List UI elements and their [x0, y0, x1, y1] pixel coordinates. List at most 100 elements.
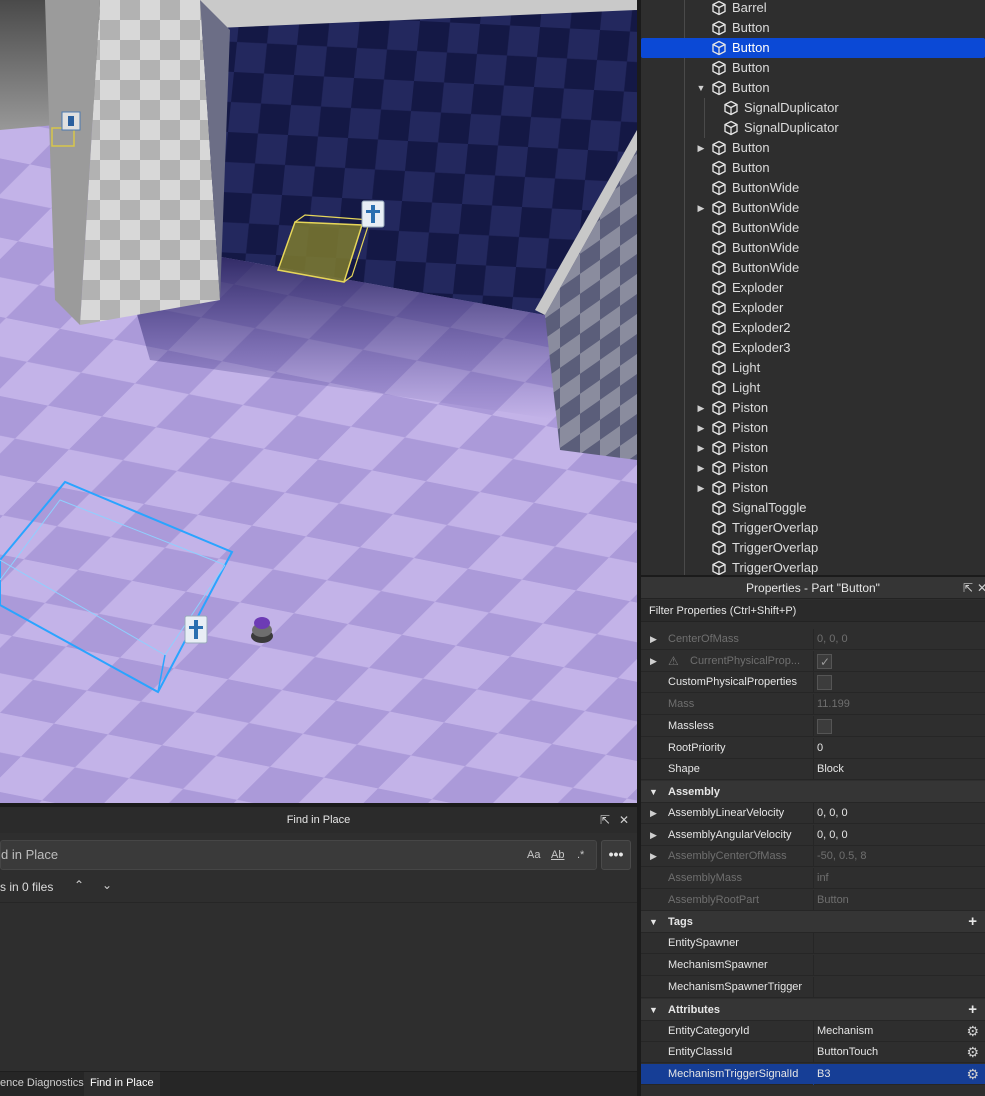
property-row[interactable]: EntitySpawner [641, 933, 985, 955]
property-row[interactable]: EntityClassId ButtonTouch ⚙ [641, 1042, 985, 1064]
category-tags[interactable]: ▼ Tags + [641, 911, 985, 934]
gear-icon[interactable]: ⚙ [966, 1064, 979, 1085]
tree-item[interactable]: Exploder [641, 278, 985, 298]
property-checkbox[interactable] [817, 675, 832, 691]
property-row[interactable]: AssemblyMass inf [641, 868, 985, 889]
tree-item[interactable]: Button [641, 58, 985, 78]
expanded-arrow-icon[interactable]: ▼ [649, 781, 658, 803]
property-row[interactable]: ▶ CenterOfMass 0, 0, 0 [641, 629, 985, 650]
collapsed-arrow-icon[interactable]: ▶ [650, 846, 657, 867]
tree-item[interactable]: Exploder3 [641, 338, 985, 358]
tree-item[interactable]: ▶ Piston [641, 478, 985, 498]
undock-icon[interactable]: ⇱ [600, 807, 610, 833]
property-checkbox[interactable] [817, 652, 832, 673]
tree-item[interactable]: Exploder2 [641, 318, 985, 338]
find-search-input[interactable]: d in Place Aa Ab .* [0, 840, 597, 870]
tree-item[interactable]: SignalToggle [641, 498, 985, 518]
tree-item[interactable]: TriggerOverlap [641, 538, 985, 558]
expanded-arrow-icon[interactable]: ▼ [696, 78, 706, 98]
tab-find-in-place[interactable]: Find in Place [84, 1072, 160, 1096]
tree-item[interactable]: Button [641, 158, 985, 178]
collapsed-arrow-icon[interactable]: ▶ [696, 438, 706, 458]
next-result-icon[interactable]: ⌄ [102, 878, 112, 892]
property-value[interactable]: ButtonTouch [817, 1042, 967, 1063]
expanded-arrow-icon[interactable]: ▼ [649, 911, 658, 933]
undock-icon[interactable]: ⇱ [963, 577, 973, 599]
property-value[interactable]: B3 [817, 1064, 967, 1085]
property-row[interactable]: RootPriority 0 [641, 737, 985, 759]
tree-item[interactable]: ButtonWide [641, 178, 985, 198]
gear-icon[interactable]: ⚙ [966, 1021, 979, 1042]
close-icon[interactable]: ✕ [619, 807, 629, 833]
property-row[interactable]: ▶ AssemblyAngularVelocity 0, 0, 0 [641, 824, 985, 846]
property-value[interactable]: 0, 0, 0 [817, 825, 967, 846]
collapsed-arrow-icon[interactable]: ▶ [696, 398, 706, 418]
tree-item[interactable]: ▼ Button [641, 78, 985, 98]
collapsed-arrow-icon[interactable]: ▶ [696, 198, 706, 218]
property-row[interactable]: MechanismSpawnerTrigger [641, 976, 985, 998]
property-value[interactable]: -50, 0.5, 8 [817, 846, 967, 867]
property-value[interactable]: inf [817, 868, 967, 889]
tree-item[interactable]: ▶ Piston [641, 438, 985, 458]
property-value[interactable]: 0, 0, 0 [817, 629, 967, 650]
tree-item[interactable]: SignalDuplicator [641, 98, 985, 118]
property-value[interactable]: 0 [817, 738, 967, 759]
add-icon[interactable]: + [968, 911, 977, 933]
property-row[interactable]: Mass 11.199 [641, 694, 985, 716]
property-value[interactable]: 11.199 [817, 694, 967, 715]
tree-item[interactable]: Barrel [641, 0, 985, 18]
tree-item[interactable]: SignalDuplicator [641, 118, 985, 138]
tree-item[interactable]: Light [641, 378, 985, 398]
tab-diagnostics[interactable]: ence Diagnostics [0, 1072, 90, 1096]
property-row[interactable]: EntityCategoryId Mechanism ⚙ [641, 1020, 985, 1042]
tree-item[interactable]: ▶ Button [641, 138, 985, 158]
property-value[interactable]: 0, 0, 0 [817, 803, 967, 824]
property-row[interactable]: MechanismSpawner [641, 955, 985, 977]
collapsed-arrow-icon[interactable]: ▶ [696, 478, 706, 498]
collapsed-arrow-icon[interactable]: ▶ [650, 629, 657, 650]
tree-item[interactable]: Light [641, 358, 985, 378]
3d-viewport[interactable] [0, 0, 637, 803]
add-icon[interactable]: + [968, 999, 977, 1021]
expanded-arrow-icon[interactable]: ▼ [649, 999, 658, 1021]
property-row[interactable]: Shape Block [641, 759, 985, 781]
filter-properties-input[interactable]: Filter Properties (Ctrl+Shift+P) [641, 600, 985, 622]
category-assembly[interactable]: ▼ Assembly [641, 780, 985, 803]
tree-item[interactable]: ButtonWide [641, 258, 985, 278]
match-word-toggle[interactable]: Ab [551, 841, 564, 869]
category-attributes[interactable]: ▼ Attributes + [641, 998, 985, 1021]
more-options-button[interactable]: ••• [601, 840, 631, 870]
tree-item[interactable]: ▶ Piston [641, 458, 985, 478]
property-checkbox[interactable] [817, 718, 832, 734]
previous-result-icon[interactable]: ⌃ [74, 878, 84, 892]
property-value[interactable]: Block [817, 759, 967, 780]
tree-item[interactable]: ButtonWide [641, 238, 985, 258]
property-value[interactable]: Mechanism [817, 1021, 967, 1042]
match-case-toggle[interactable]: Aa [527, 841, 540, 869]
property-row[interactable]: AssemblyRootPart Button [641, 889, 985, 911]
close-icon[interactable]: ✕ [977, 577, 985, 599]
tree-item[interactable]: ▶ ButtonWide [641, 198, 985, 218]
tree-item[interactable]: TriggerOverlap [641, 518, 985, 538]
property-row[interactable]: ▶ AssemblyLinearVelocity 0, 0, 0 [641, 802, 985, 824]
property-row[interactable]: ▶ ⚠ CurrentPhysicalProp... [641, 650, 985, 673]
tree-item[interactable]: Button [641, 38, 985, 58]
tree-item[interactable]: ▶ Piston [641, 418, 985, 438]
tree-item[interactable]: ButtonWide [641, 218, 985, 238]
property-row[interactable]: ▶ AssemblyCenterOfMass -50, 0.5, 8 [641, 846, 985, 868]
collapsed-arrow-icon[interactable]: ▶ [650, 803, 657, 824]
property-row[interactable]: CustomPhysicalProperties [641, 672, 985, 694]
tree-item[interactable]: TriggerOverlap [641, 558, 985, 575]
property-row[interactable]: Massless [641, 715, 985, 737]
property-row[interactable]: MechanismTriggerSignalId B3 ⚙ [641, 1063, 985, 1085]
tree-item[interactable]: Exploder [641, 298, 985, 318]
collapsed-arrow-icon[interactable]: ▶ [650, 651, 657, 672]
collapsed-arrow-icon[interactable]: ▶ [696, 418, 706, 438]
collapsed-arrow-icon[interactable]: ▶ [696, 458, 706, 478]
tree-item[interactable]: ▶ Piston [641, 398, 985, 418]
collapsed-arrow-icon[interactable]: ▶ [696, 138, 706, 158]
collapsed-arrow-icon[interactable]: ▶ [650, 825, 657, 846]
property-value[interactable]: Button [817, 890, 967, 911]
regex-toggle[interactable]: .* [577, 841, 584, 869]
gear-icon[interactable]: ⚙ [966, 1042, 979, 1063]
